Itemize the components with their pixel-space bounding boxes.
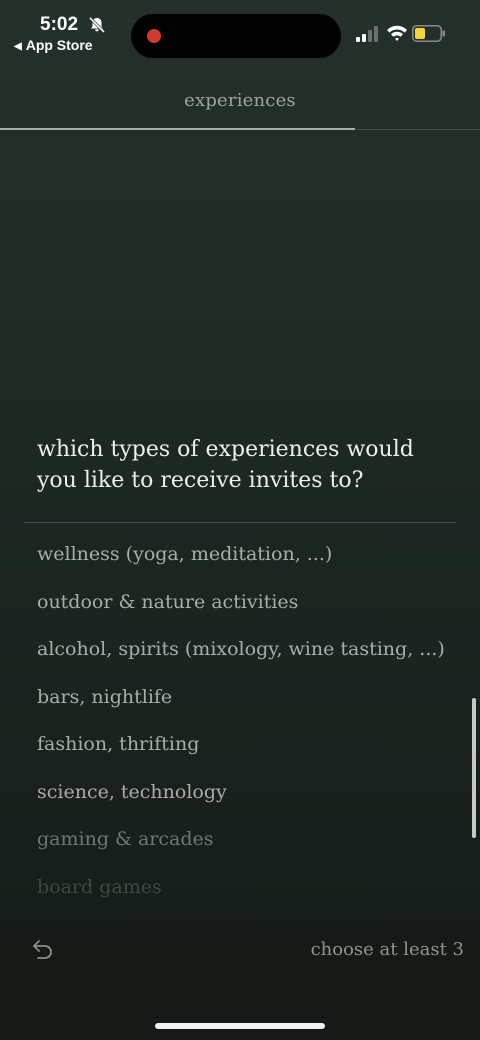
option-gaming-arcades[interactable]: gaming & arcades [37,823,467,871]
dynamic-island [131,14,341,58]
wifi-icon [387,25,407,41]
option-alcohol-spirits[interactable]: alcohol, spirits (mixology, wine tasting… [37,633,467,681]
battery-icon [412,25,445,42]
selection-hint: choose at least 3 [310,939,464,960]
bottom-fade-overlay [0,900,480,1040]
experience-options-list: wellness (yoga, meditation, ...) outdoor… [37,538,467,918]
status-bar: 5:02 ◀ App Store [0,0,480,64]
back-arrow-icon: ◀ [14,41,22,52]
option-bars-nightlife[interactable]: bars, nightlife [37,681,467,729]
option-wellness[interactable]: wellness (yoga, meditation, ...) [37,538,467,586]
back-app-label: App Store [25,37,93,53]
question-text: which types of experiences would you lik… [37,437,414,493]
recording-dot-icon [147,29,161,43]
back-to-app-store[interactable]: ◀ App Store [14,37,93,53]
option-fashion-thrifting[interactable]: fashion, thrifting [37,728,467,776]
status-time: 5:02 [40,14,79,35]
undo-icon[interactable] [30,936,56,962]
bell-slash-icon [88,16,106,34]
progress-bar [0,128,356,130]
option-science-technology[interactable]: science, technology [37,776,467,824]
home-indicator[interactable] [155,1023,325,1029]
cellular-signal-icon [356,26,378,42]
page-title: experiences [184,90,296,111]
option-outdoor-nature[interactable]: outdoor & nature activities [37,586,467,634]
scrollbar[interactable] [472,698,476,838]
question-divider [24,522,456,523]
